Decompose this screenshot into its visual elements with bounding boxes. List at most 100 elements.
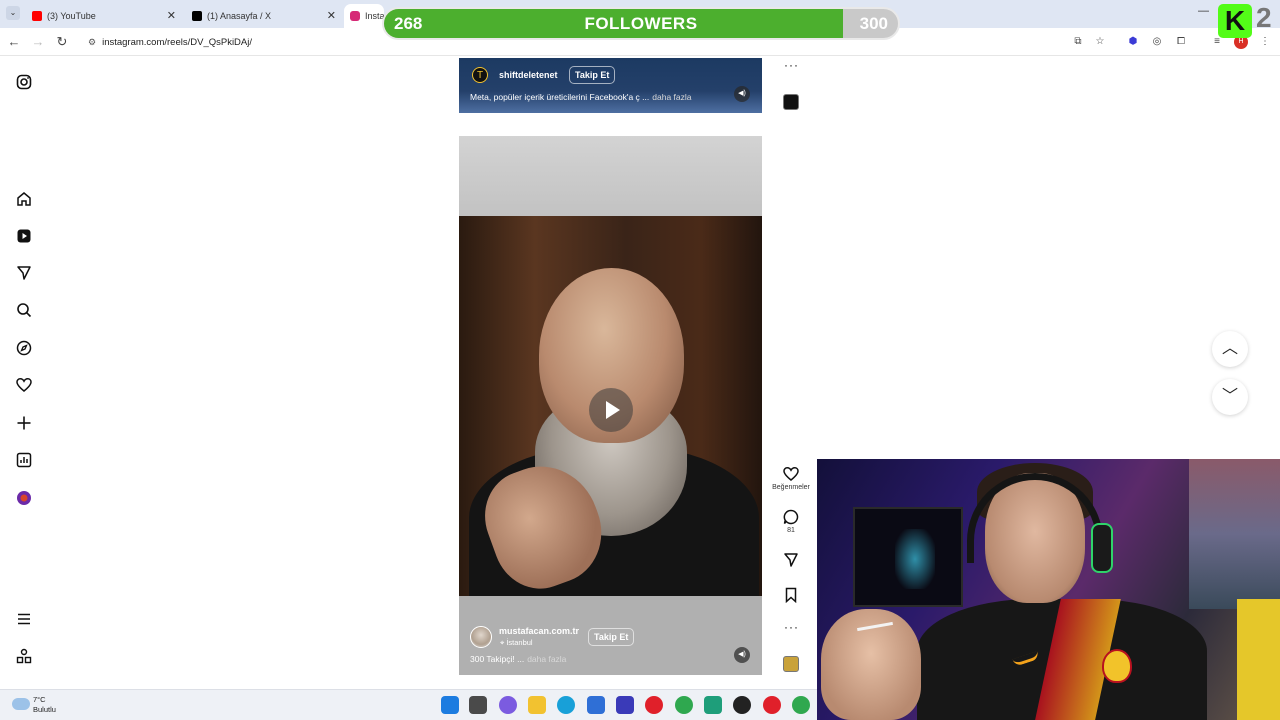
taskbar: 7°C Bulutlu — [0, 689, 817, 720]
mute-icon[interactable]: ◀) — [734, 647, 750, 663]
follow-button[interactable]: Takip Et — [588, 628, 635, 646]
save-button[interactable] — [771, 587, 811, 603]
search-icon[interactable] — [16, 302, 32, 318]
more-link[interactable]: daha fazla — [652, 92, 691, 102]
puzzle-icon[interactable]: ⧠ — [1174, 35, 1188, 49]
back-button[interactable]: ← — [6, 34, 22, 50]
tab-youtube[interactable]: (3) YouTube ✕ — [26, 4, 182, 28]
task-view-icon[interactable] — [469, 696, 487, 714]
reel-caption: Meta, popüler içerik üreticilerini Faceb… — [470, 92, 692, 102]
reel-card-previous[interactable]: T shiftdeletenet Takip Et Meta, popüler … — [459, 58, 762, 113]
cloud-icon — [12, 698, 30, 710]
jersey-crest — [1102, 649, 1132, 683]
bookmark-icon — [785, 587, 797, 603]
close-icon[interactable]: ✕ — [327, 9, 336, 22]
like-button[interactable]: Beğenmeler — [771, 466, 811, 491]
tab-instagram[interactable]: Instag — [344, 4, 390, 28]
opera-icon[interactable] — [645, 696, 663, 714]
store-icon[interactable] — [587, 696, 605, 714]
comments-count: 81 — [787, 527, 795, 534]
channel-avatar[interactable]: T — [472, 67, 488, 83]
reel-username[interactable]: mustafacan.com.tr — [499, 626, 579, 636]
bookmark-star-icon[interactable]: ☆ — [1093, 35, 1107, 49]
weather-condition: Bulutlu — [33, 705, 56, 714]
audio-thumbnail[interactable] — [783, 94, 799, 110]
follow-button[interactable]: Takip Et — [569, 66, 616, 84]
send-icon — [784, 553, 798, 567]
headset-earcup — [1091, 523, 1113, 573]
instagram-icon[interactable] — [16, 74, 32, 90]
mute-icon[interactable]: ◀) — [734, 86, 750, 102]
channel-avatar[interactable] — [470, 626, 492, 648]
comment-icon — [783, 509, 799, 525]
more-options-icon[interactable]: ··· — [784, 58, 799, 72]
previous-reel-button[interactable]: ︿ — [1212, 331, 1248, 367]
audio-thumbnail[interactable] — [783, 656, 799, 672]
followers-label: FOLLOWERS — [584, 14, 698, 33]
home-icon[interactable] — [16, 191, 32, 207]
reels-icon[interactable] — [16, 228, 32, 244]
tab-x[interactable]: (1) Anasayfa / X ✕ — [186, 4, 342, 28]
minimize-icon[interactable]: — — [1198, 5, 1209, 17]
app-icon[interactable] — [704, 696, 722, 714]
profile-icon[interactable] — [16, 490, 32, 506]
webcam-background-object — [1237, 599, 1280, 720]
tab-title: (3) YouTube — [47, 11, 96, 21]
temperature: 7°C — [33, 695, 46, 704]
obs-icon[interactable] — [733, 696, 751, 714]
explore-icon[interactable] — [16, 340, 32, 356]
dashboard-icon[interactable] — [16, 452, 32, 468]
screen: ⌄ (3) YouTube ✕ (1) Anasayfa / X ✕ Insta… — [0, 0, 1280, 720]
heart-icon[interactable] — [16, 377, 32, 393]
apps-icon[interactable] — [16, 648, 32, 664]
caption-text: 300 Takipçi! ... — [470, 654, 525, 664]
app-icon[interactable] — [763, 696, 781, 714]
webcam-overlay — [817, 459, 1280, 720]
followers-goal-bar: 268 FOLLOWERS 300 — [382, 7, 900, 40]
close-icon[interactable]: ✕ — [167, 9, 176, 22]
heart-icon — [783, 467, 799, 481]
youtube-icon — [32, 11, 42, 21]
more-menu-icon[interactable]: ⋮ — [1258, 35, 1272, 49]
copilot-icon[interactable] — [499, 696, 517, 714]
file-explorer-icon[interactable] — [528, 696, 546, 714]
comment-button[interactable]: 81 — [771, 509, 811, 534]
next-reel-button[interactable]: ﹀ — [1212, 379, 1248, 415]
location-text: İstanbul — [506, 638, 533, 647]
edge-icon[interactable] — [557, 696, 575, 714]
chrome-icon[interactable] — [675, 696, 693, 714]
site-settings-icon[interactable]: ⚙ — [88, 37, 96, 48]
send-icon[interactable] — [16, 265, 32, 281]
layers-icon[interactable]: ◎ — [1150, 35, 1164, 49]
reel-location[interactable]: ⌖ İstanbul — [500, 638, 533, 648]
webcam-background-poster — [1189, 459, 1280, 609]
webcam-background-monitor — [853, 507, 963, 607]
reel-video[interactable] — [459, 216, 762, 596]
play-icon[interactable] — [589, 388, 633, 432]
kick-number: 2 — [1256, 2, 1272, 33]
teams-icon[interactable] — [616, 696, 634, 714]
share-button[interactable] — [771, 552, 811, 568]
x-icon — [192, 11, 202, 21]
kick-logo: K — [1218, 4, 1252, 38]
install-icon[interactable]: ⧉ — [1071, 35, 1085, 49]
url-text: instagram.com/reels/DV_QsPkiDAj/ — [102, 36, 253, 48]
create-icon[interactable] — [16, 415, 32, 431]
reload-button[interactable]: ↻ — [54, 34, 70, 50]
likes-label: Beğenmeler — [772, 484, 810, 491]
menu-icon[interactable] — [16, 611, 32, 627]
more-link[interactable]: daha fazla — [527, 654, 566, 664]
reel-caption: 300 Takipçi! ... daha fazla — [470, 654, 566, 664]
weather-widget[interactable]: 7°C Bulutlu — [33, 695, 56, 715]
extension-icon[interactable]: ⬢ — [1126, 35, 1140, 49]
caption-text: Meta, popüler içerik üreticilerini Faceb… — [470, 92, 650, 102]
reel-card-current[interactable]: mustafacan.com.tr ⌖ İstanbul Takip Et 30… — [459, 136, 762, 675]
instagram-icon — [350, 11, 360, 21]
forward-button[interactable]: → — [30, 34, 46, 50]
tab-search-icon[interactable]: ⌄ — [6, 6, 20, 20]
reel-username[interactable]: shiftdeletenet — [499, 70, 558, 80]
windows-start-icon[interactable] — [441, 696, 459, 714]
more-options-icon[interactable]: ··· — [784, 620, 799, 634]
chrome-icon[interactable] — [792, 696, 810, 714]
tab-title: (1) Anasayfa / X — [207, 11, 272, 21]
